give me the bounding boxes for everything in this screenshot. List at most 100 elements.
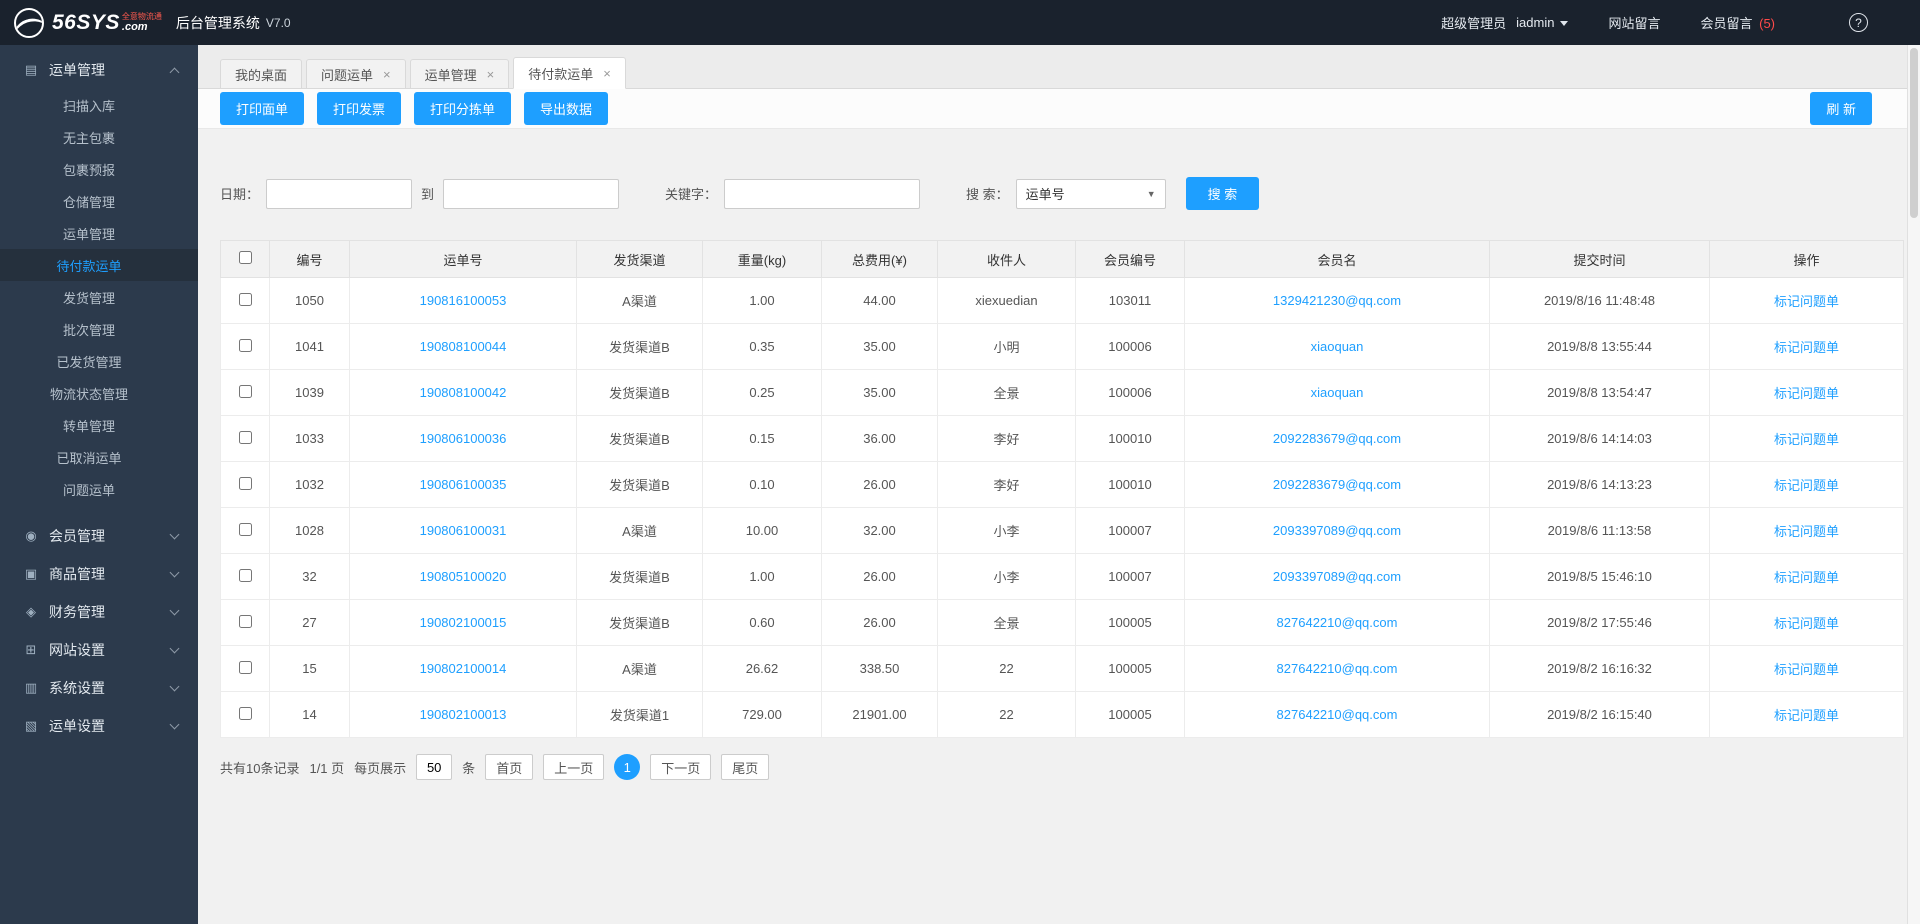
cell-recipient: 李好: [937, 415, 1076, 462]
cell-recipient: 李好: [937, 461, 1076, 508]
cell-id: 14: [269, 691, 350, 738]
cell-mark-problem-link[interactable]: 标记问题单: [1709, 369, 1904, 416]
nav-group-waybill-management[interactable]: ▤ 运单管理: [0, 51, 198, 89]
cell-waybill-link[interactable]: 190806100036: [349, 415, 577, 462]
cell-mark-problem-link[interactable]: 标记问题单: [1709, 599, 1904, 646]
nav-group[interactable]: ◈ 财务管理: [0, 593, 198, 631]
cell-member-name-link[interactable]: 827642210@qq.com: [1184, 691, 1490, 738]
next-page-button[interactable]: 下一页: [650, 754, 712, 780]
sidebar-sub-item[interactable]: 无主包裹: [0, 121, 198, 153]
cell-waybill-link[interactable]: 190816100053: [349, 277, 577, 324]
cell-member-name-link[interactable]: 2093397089@qq.com: [1184, 553, 1490, 600]
row-checkbox[interactable]: [238, 706, 252, 720]
row-checkbox[interactable]: [238, 522, 252, 536]
cell-mark-problem-link[interactable]: 标记问题单: [1709, 461, 1904, 508]
date-to-input[interactable]: [443, 178, 620, 209]
row-checkbox[interactable]: [238, 384, 252, 398]
cell-member-name-link[interactable]: xiaoquan: [1184, 323, 1490, 370]
column-header: 操作: [1709, 240, 1904, 278]
tab[interactable]: 我的桌面: [220, 59, 303, 89]
tab-close-icon[interactable]: ×: [487, 68, 495, 81]
select-all-checkbox[interactable]: [238, 251, 252, 264]
scrollbar-thumb[interactable]: [1910, 48, 1918, 218]
cell-mark-problem-link[interactable]: 标记问题单: [1709, 415, 1904, 462]
sidebar-sub-item[interactable]: 转单管理: [0, 409, 198, 441]
search-button[interactable]: 搜 索: [1185, 177, 1260, 210]
toolbar-button[interactable]: 打印发票: [317, 92, 402, 125]
cell-mark-problem-link[interactable]: 标记问题单: [1709, 553, 1904, 600]
cell-mark-problem-link[interactable]: 标记问题单: [1709, 507, 1904, 554]
cell-mark-problem-link[interactable]: 标记问题单: [1709, 645, 1904, 692]
cell-member-name-link[interactable]: 827642210@qq.com: [1184, 645, 1490, 692]
row-checkbox[interactable]: [238, 292, 252, 306]
nav-group[interactable]: ⊞ 网站设置: [0, 631, 198, 669]
sidebar-sub-item[interactable]: 扫描入库: [0, 89, 198, 121]
cell-waybill-link[interactable]: 190806100031: [349, 507, 577, 554]
help-icon[interactable]: ?: [1849, 13, 1868, 32]
row-checkbox[interactable]: [238, 614, 252, 628]
toolbar-button[interactable]: 打印分拣单: [414, 92, 512, 125]
prev-page-button[interactable]: 上一页: [543, 754, 605, 780]
nav-group[interactable]: ◉ 会员管理: [0, 517, 198, 555]
sidebar-sub-item[interactable]: 已取消运单: [0, 441, 198, 473]
cell-waybill-link[interactable]: 190805100020: [349, 553, 577, 600]
tab[interactable]: 运单管理 ×: [409, 59, 510, 89]
current-page-button[interactable]: 1: [614, 754, 641, 780]
cell-member-name-link[interactable]: 2092283679@qq.com: [1184, 461, 1490, 508]
cell-waybill-link[interactable]: 190808100042: [349, 369, 577, 416]
nav-group[interactable]: ▣ 商品管理: [0, 555, 198, 593]
keyword-input[interactable]: [724, 178, 921, 209]
sidebar-sub-item[interactable]: 待付款运单: [0, 249, 198, 281]
column-header: 发货渠道: [576, 240, 703, 278]
sidebar-sub-item[interactable]: 运单管理: [0, 217, 198, 249]
cell-channel: A渠道: [576, 277, 703, 324]
tab-close-icon[interactable]: ×: [383, 68, 391, 81]
cell-waybill-link[interactable]: 190808100044: [349, 323, 577, 370]
cell-member-name-link[interactable]: 1329421230@qq.com: [1184, 277, 1490, 324]
user-menu[interactable]: iadmin: [1516, 15, 1569, 30]
cell-member-name-link[interactable]: 827642210@qq.com: [1184, 599, 1490, 646]
refresh-button[interactable]: 刷 新: [1810, 92, 1872, 125]
sidebar-sub-item[interactable]: 包裹预报: [0, 153, 198, 185]
logo-text: 56SYS 全意物流通 .com: [52, 12, 162, 33]
toolbar-button[interactable]: 导出数据: [524, 92, 609, 125]
cell-waybill-link[interactable]: 190802100014: [349, 645, 577, 692]
sidebar-sub-item[interactable]: 物流状态管理: [0, 377, 198, 409]
date-from-input[interactable]: [266, 178, 413, 209]
toolbar-button[interactable]: 打印面单: [220, 92, 305, 125]
app-version: V7.0: [265, 15, 291, 30]
row-checkbox[interactable]: [238, 660, 252, 674]
tab-close-icon[interactable]: ×: [603, 67, 611, 80]
site-messages-link[interactable]: 网站留言: [1608, 13, 1660, 32]
sidebar-sub-item[interactable]: 仓储管理: [0, 185, 198, 217]
tab[interactable]: 问题运单 ×: [306, 59, 406, 89]
row-checkbox[interactable]: [238, 568, 252, 582]
row-checkbox[interactable]: [238, 430, 252, 444]
cell-mark-problem-link[interactable]: 标记问题单: [1709, 691, 1904, 738]
per-page-input[interactable]: [416, 754, 453, 780]
nav-group[interactable]: ▥ 系统设置: [0, 669, 198, 707]
sidebar-sub-item[interactable]: 发货管理: [0, 281, 198, 313]
cell-member-name-link[interactable]: 2093397089@qq.com: [1184, 507, 1490, 554]
sidebar-sub-item[interactable]: 已发货管理: [0, 345, 198, 377]
cell-mark-problem-link[interactable]: 标记问题单: [1709, 277, 1904, 324]
sidebar-sub-item[interactable]: 批次管理: [0, 313, 198, 345]
first-page-button[interactable]: 首页: [485, 754, 534, 780]
nav-group[interactable]: ▧ 运单设置: [0, 707, 198, 745]
tab[interactable]: 待付款运单 ×: [513, 57, 626, 89]
member-messages-link[interactable]: 会员留言 (5): [1700, 13, 1775, 32]
scrollbar[interactable]: [1907, 45, 1920, 924]
cell-waybill-link[interactable]: 190802100013: [349, 691, 577, 738]
search-type-select[interactable]: 运单号 ▼: [1015, 178, 1166, 209]
cell-waybill-link[interactable]: 190802100015: [349, 599, 577, 646]
cell-waybill-link[interactable]: 190806100035: [349, 461, 577, 508]
cell-id: 1033: [269, 415, 350, 462]
cell-weight: 0.60: [702, 599, 822, 646]
cell-member-name-link[interactable]: 2092283679@qq.com: [1184, 415, 1490, 462]
cell-mark-problem-link[interactable]: 标记问题单: [1709, 323, 1904, 370]
sidebar-sub-item[interactable]: 问题运单: [0, 473, 198, 505]
last-page-button[interactable]: 尾页: [721, 754, 770, 780]
cell-member-name-link[interactable]: xiaoquan: [1184, 369, 1490, 416]
row-checkbox[interactable]: [238, 476, 252, 490]
row-checkbox[interactable]: [238, 338, 252, 352]
